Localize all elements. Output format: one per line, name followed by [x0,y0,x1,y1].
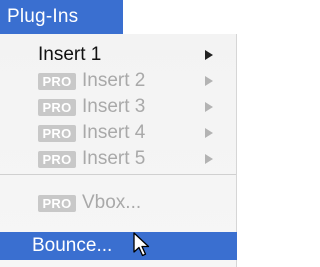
menu-item-bounce[interactable]: Bounce... [0,232,237,260]
submenu-arrow-icon [205,76,213,86]
menu-item-label: Vbox... [82,192,142,213]
menu-item-insert-1[interactable]: Insert 1 [0,42,237,68]
menu-item-insert-3: PRO Insert 3 [0,94,237,120]
submenu-arrow-icon [205,128,213,138]
menu-separator [0,174,236,175]
submenu-arrow-icon [205,50,213,60]
mouse-pointer-icon [133,232,150,257]
menu-item-vbox: PRO Vbox... [0,190,237,216]
submenu-arrow-icon [205,102,213,112]
menu-item-label: Insert 5 [82,148,146,169]
plug-ins-menu-panel: Insert 1 PRO Insert 2 PRO Insert 3 PRO I… [0,34,237,267]
pro-badge: PRO [38,99,76,116]
menu-item-insert-2: PRO Insert 2 [0,68,237,94]
menu-title-plug-ins[interactable]: Plug-Ins [0,0,123,34]
menu-item-label: Insert 4 [82,122,146,143]
pro-badge: PRO [38,73,76,90]
menu-item-insert-4: PRO Insert 4 [0,120,237,146]
pro-badge: PRO [38,125,76,142]
menu-item-insert-5: PRO Insert 5 [0,146,237,172]
menu-item-label: Insert 1 [38,44,102,65]
menu-item-label: Bounce... [32,235,113,256]
pro-badge: PRO [38,151,76,168]
menu-item-label: Insert 2 [82,70,146,91]
menu-item-label: Insert 3 [82,96,146,117]
pro-badge: PRO [38,195,76,212]
submenu-arrow-icon [205,154,213,164]
